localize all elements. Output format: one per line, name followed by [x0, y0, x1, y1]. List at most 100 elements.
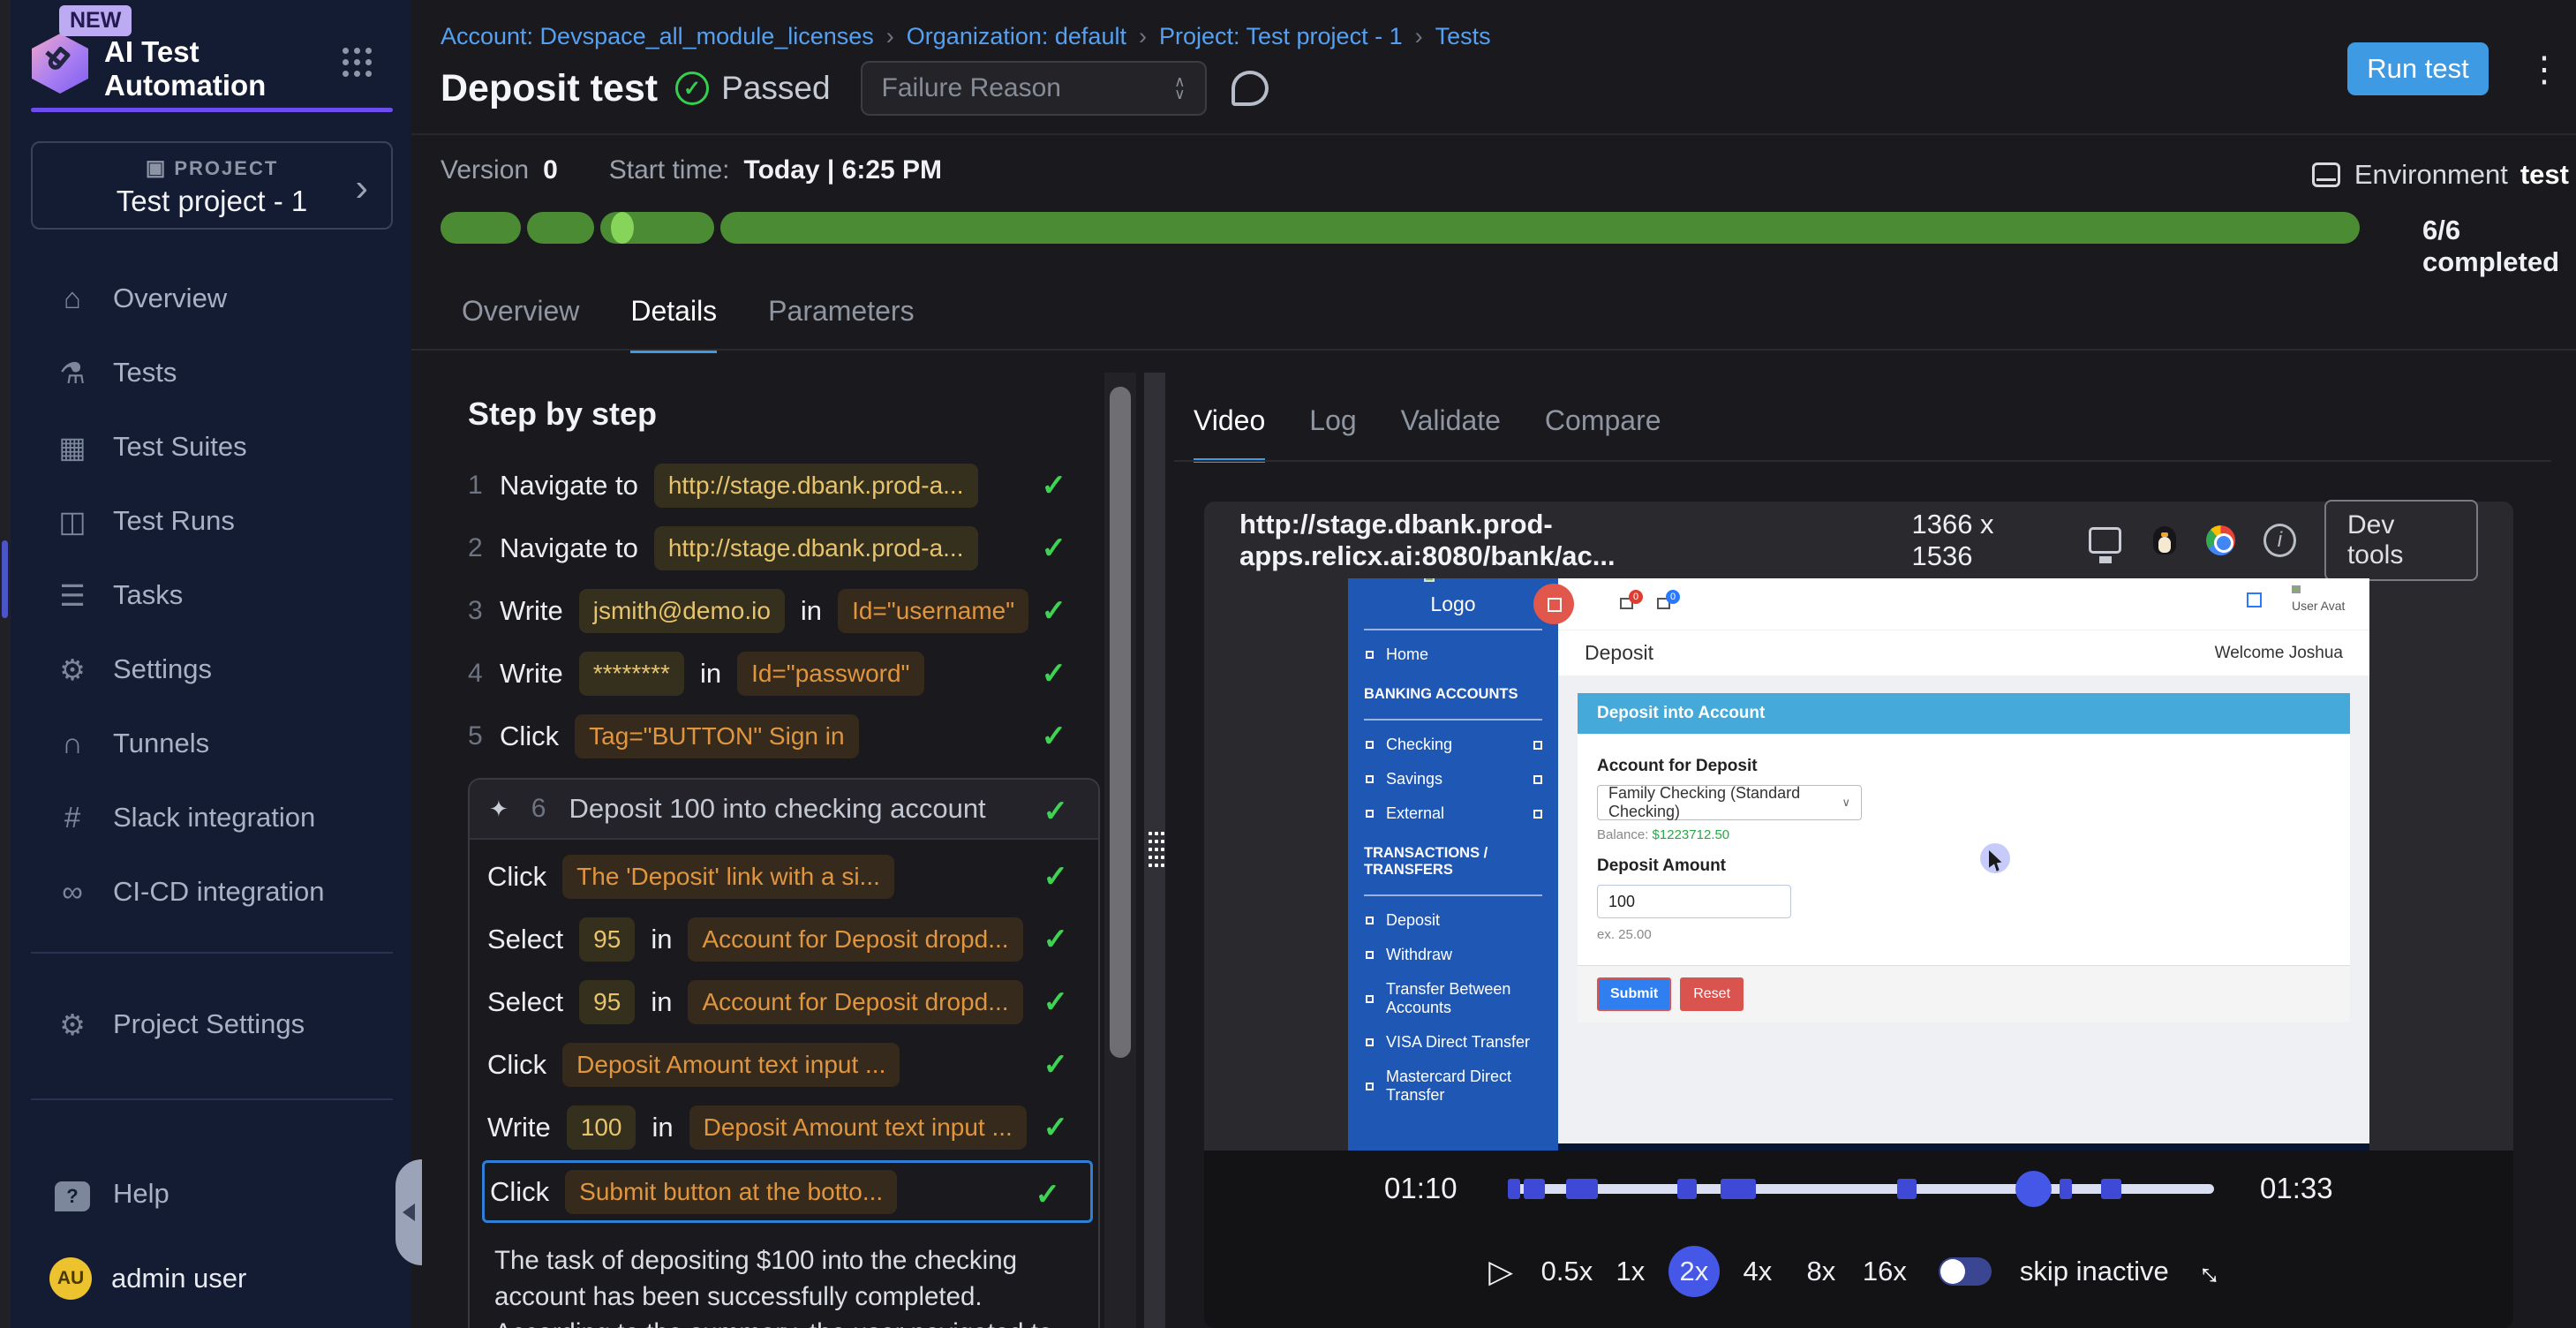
- video-tab-compare[interactable]: Compare: [1545, 404, 1661, 463]
- bank-divider: [1364, 894, 1542, 896]
- step-row[interactable]: Write100inDeposit Amount text input ...✓: [487, 1096, 1098, 1158]
- step-value-chip: jsmith@demo.io: [579, 589, 785, 633]
- video-tab-log[interactable]: Log: [1309, 404, 1356, 463]
- run-test-button[interactable]: Run test: [2347, 42, 2489, 95]
- step-row[interactable]: 1Navigate tohttp://stage.dbank.prod-a...…: [468, 454, 1102, 517]
- breadcrumb-link[interactable]: Account: Devspace_all_module_licenses: [441, 23, 874, 49]
- bank-nav-item: Deposit: [1348, 903, 1558, 938]
- step-action: Click: [487, 1049, 546, 1081]
- speed-options: 0.5x1x2x4x 8x16x: [1541, 1246, 1910, 1297]
- tab-overview[interactable]: Overview: [462, 295, 579, 353]
- check-icon: ✓: [1042, 593, 1067, 629]
- step-row[interactable]: Select95inAccount for Deposit dropd...✓: [487, 908, 1098, 970]
- sidebar-item-test-runs[interactable]: ◫Test Runs: [11, 484, 411, 558]
- user-menu[interactable]: AU admin user: [11, 1257, 411, 1300]
- tab-details[interactable]: Details: [630, 295, 717, 353]
- speed-option-8x[interactable]: 8x: [1796, 1246, 1847, 1297]
- sidebar-item-project-settings[interactable]: ⚙Project Settings: [11, 987, 411, 1061]
- breadcrumb-link[interactable]: Tests: [1435, 23, 1491, 49]
- sidebar-item-overview[interactable]: ⌂Overview: [11, 261, 411, 336]
- step-row[interactable]: Select95inAccount for Deposit dropd...✓: [487, 970, 1098, 1033]
- monitor-icon: [2089, 527, 2121, 554]
- list-icon: ☰: [53, 578, 92, 613]
- sidebar-item-tests[interactable]: ⚗Tests: [11, 336, 411, 410]
- start-time-value: Today | 6:25 PM: [743, 155, 942, 185]
- step-number: 5: [468, 721, 500, 751]
- sidebar-item-test-suites[interactable]: ▦Test Suites: [11, 410, 411, 484]
- deposit-amount-label: Deposit Amount: [1597, 856, 2331, 876]
- step-row[interactable]: 5ClickTag="BUTTON" Sign in✓: [468, 705, 1102, 767]
- sidebar-item-ci-cd-integration[interactable]: ∞CI-CD integration: [11, 855, 411, 929]
- steps-scrollbar-thumb[interactable]: [1110, 387, 1131, 1058]
- bank-welcome-text: Welcome Joshua: [2215, 644, 2343, 663]
- bank-page-title: Deposit: [1585, 641, 1653, 665]
- step-value-chip: 95: [579, 917, 635, 962]
- meta-row: Version 0 Start time: Today | 6:25 PM: [441, 155, 942, 185]
- video-player-card: http://stage.dbank.prod-apps.relicx.ai:8…: [1204, 502, 2513, 1151]
- step-row[interactable]: ClickSubmit button at the botto...✓: [482, 1160, 1093, 1223]
- bank-nav-item: VISA Direct Transfer: [1348, 1025, 1558, 1060]
- sidebar-item-label: Test Suites: [113, 431, 247, 463]
- broken-image-icon: 0: [1657, 598, 1670, 609]
- left-edge-scroll-indicator[interactable]: [2, 540, 8, 618]
- step-group: ✦ 6 Deposit 100 into checking account ✓ …: [468, 778, 1100, 1328]
- failure-reason-placeholder: Failure Reason: [882, 73, 1061, 103]
- sidebar-item-help[interactable]: ? Help: [11, 1157, 411, 1231]
- sidebar-item-tunnels[interactable]: ∩Tunnels: [11, 706, 411, 781]
- sidebar-item-tasks[interactable]: ☰Tasks: [11, 558, 411, 632]
- speed-option-0.5x[interactable]: 0.5x: [1541, 1246, 1593, 1297]
- speed-option-16x[interactable]: 16x: [1859, 1246, 1910, 1297]
- comment-bubble-icon[interactable]: [1232, 71, 1269, 106]
- bank-nav-label: External: [1386, 804, 1444, 823]
- sidebar-item-label: Tunnels: [113, 728, 209, 759]
- step-group-header[interactable]: ✦ 6 Deposit 100 into checking account ✓: [470, 780, 1098, 840]
- square-icon: [1366, 1083, 1374, 1090]
- square-icon: [1366, 1038, 1374, 1046]
- timeline-track[interactable]: [1508, 1184, 2214, 1194]
- speed-option-4x[interactable]: 4x: [1732, 1246, 1783, 1297]
- steps-panel: Step by step 1Navigate tohttp://stage.db…: [441, 371, 1102, 1328]
- project-selector[interactable]: ▣PROJECT Test project - 1 ›: [31, 141, 393, 230]
- dev-tools-button[interactable]: Dev tools: [2324, 500, 2478, 581]
- video-tab-video[interactable]: Video: [1194, 404, 1265, 463]
- app-launcher-icon[interactable]: [343, 48, 374, 79]
- failure-reason-select[interactable]: Failure Reason ∧∨: [861, 61, 1207, 116]
- timeline-playhead[interactable]: [2015, 1171, 2052, 1207]
- step-row[interactable]: 3Writejsmith@demo.ioinId="username"✓: [468, 579, 1102, 642]
- kebab-menu-icon[interactable]: ⋮: [2527, 49, 2562, 90]
- breadcrumb-link[interactable]: Organization: default: [907, 23, 1126, 49]
- video-tab-validate[interactable]: Validate: [1401, 404, 1501, 463]
- sidebar-item-settings[interactable]: ⚙Settings: [11, 632, 411, 706]
- speed-option-2x[interactable]: 2x: [1668, 1246, 1720, 1297]
- video-frame: Logo Home BANKING ACCOUNTSCheckingSaving…: [1348, 578, 2369, 1151]
- step-row[interactable]: 2Navigate tohttp://stage.dbank.prod-a...…: [468, 517, 1102, 579]
- sidebar-item-slack-integration[interactable]: #Slack integration: [11, 781, 411, 855]
- breadcrumb-link[interactable]: Project: Test project - 1: [1159, 23, 1403, 49]
- skip-inactive-toggle[interactable]: [1939, 1257, 1992, 1286]
- bank-logo: Logo: [1348, 578, 1558, 616]
- fullscreen-icon[interactable]: ↔: [2188, 1247, 2237, 1295]
- recording-indicator-icon: [1533, 584, 1574, 624]
- timeline-activity-marker: [2060, 1179, 2072, 1199]
- step-number: 6: [531, 794, 546, 824]
- tab-parameters[interactable]: Parameters: [768, 295, 914, 353]
- step-conjunction: in: [651, 986, 672, 1018]
- step-value-chip: http://stage.dbank.prod-a...: [654, 526, 978, 570]
- timeline-activity-marker: [1677, 1179, 1697, 1199]
- step-group-children: ClickThe 'Deposit' link with a si...✓Sel…: [470, 840, 1098, 1223]
- sidebar-collapse-handle[interactable]: [395, 1159, 422, 1265]
- speed-option-1x[interactable]: 1x: [1605, 1246, 1656, 1297]
- panel-resize-divider[interactable]: [1144, 373, 1165, 1328]
- breadcrumb-separator-icon: ›: [1126, 23, 1159, 49]
- sidebar-divider: [31, 1098, 393, 1100]
- passed-check-icon: ✓: [675, 72, 709, 105]
- bank-nav-label: Withdraw: [1386, 946, 1452, 964]
- play-icon[interactable]: ▷: [1488, 1253, 1513, 1290]
- panel-resize-grip-icon[interactable]: [1149, 832, 1152, 835]
- step-row[interactable]: ClickThe 'Deposit' link with a si...✓: [487, 845, 1098, 908]
- cube-icon: ▣: [146, 156, 166, 180]
- step-row[interactable]: ClickDeposit Amount text input ...✓: [487, 1033, 1098, 1096]
- step-conjunction: in: [652, 1112, 673, 1143]
- step-row[interactable]: 4Write********inId="password"✓: [468, 642, 1102, 705]
- info-icon[interactable]: i: [2263, 524, 2296, 557]
